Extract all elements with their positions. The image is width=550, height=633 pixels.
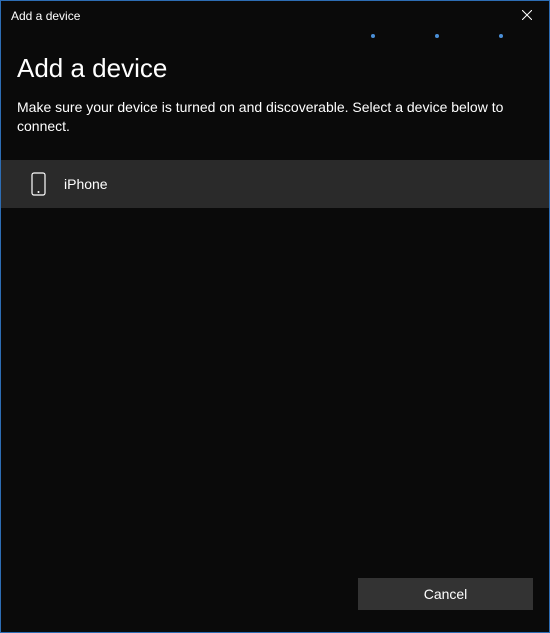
cancel-button[interactable]: Cancel — [358, 578, 533, 610]
titlebar: Add a device — [1, 1, 549, 31]
titlebar-title: Add a device — [11, 9, 80, 23]
page-title: Add a device — [17, 53, 533, 84]
dot-icon — [435, 34, 439, 38]
close-icon — [522, 7, 532, 25]
phone-icon — [31, 172, 46, 196]
dot-icon — [371, 34, 375, 38]
cancel-button-label: Cancel — [424, 586, 468, 602]
dialog-content: Add a device Make sure your device is tu… — [1, 39, 549, 578]
dot-icon — [499, 34, 503, 38]
page-description: Make sure your device is turned on and d… — [17, 98, 533, 136]
device-name: iPhone — [64, 176, 108, 192]
dialog-footer: Cancel — [1, 578, 549, 632]
close-button[interactable] — [504, 1, 549, 31]
device-item-iphone[interactable]: iPhone — [1, 160, 549, 208]
device-list: iPhone — [1, 160, 549, 208]
add-device-dialog: Add a device Add a device Make sure your… — [0, 0, 550, 633]
